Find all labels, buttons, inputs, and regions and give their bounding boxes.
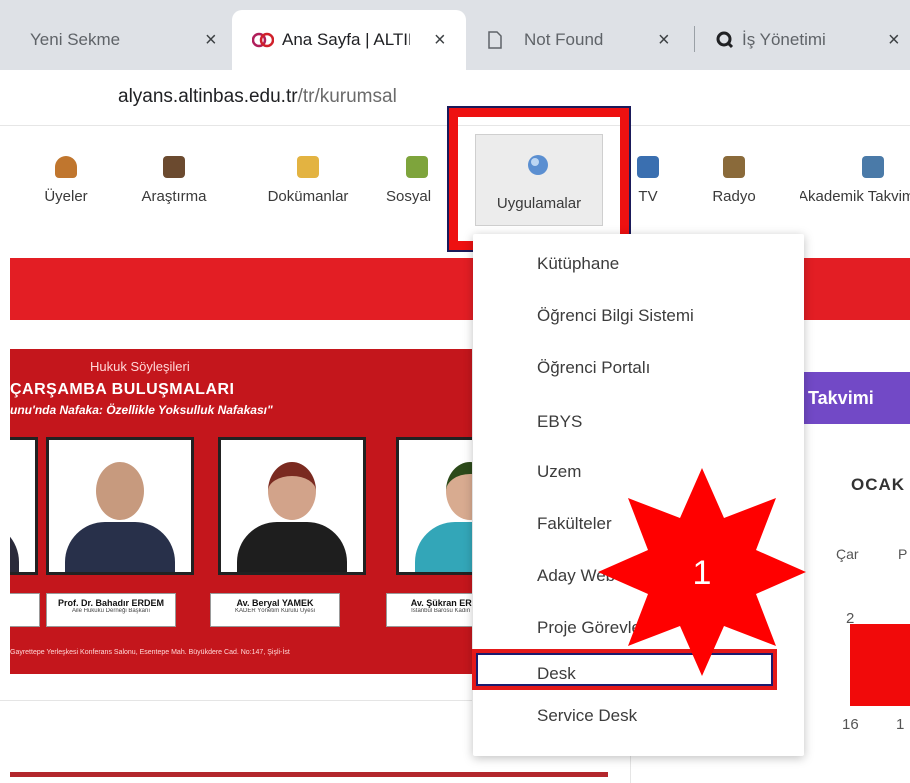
nav-label: Akademik Takvim bbox=[800, 188, 910, 205]
page-icon bbox=[488, 31, 502, 49]
nav-label: Sosyal bbox=[386, 188, 432, 205]
tab-title: İş Yönetimi bbox=[742, 30, 826, 49]
tv-icon bbox=[637, 156, 659, 178]
speaker-body bbox=[415, 522, 472, 572]
speaker-portrait bbox=[46, 437, 194, 575]
nav-item-uyeler[interactable]: Üyeler bbox=[36, 156, 96, 205]
close-icon[interactable]: × bbox=[205, 29, 217, 52]
nav-label: Üyeler bbox=[44, 188, 88, 205]
nav-label: Araştırma bbox=[141, 188, 207, 205]
nav-item-arastirma[interactable]: Araştırma bbox=[128, 156, 220, 205]
users-icon bbox=[55, 156, 77, 178]
calendar-highlight-block bbox=[850, 624, 910, 706]
nav-item-tv[interactable]: TV bbox=[628, 156, 668, 205]
menu-item-service-desk[interactable]: Service Desk bbox=[537, 706, 637, 726]
nav-item-sosyal[interactable]: Sosyal bbox=[386, 156, 452, 205]
speaker-role: KADER Yönetim Kurulu Üyesi bbox=[235, 608, 315, 614]
speaker-name: Av. Şükran ERGÖZ bbox=[410, 598, 472, 608]
event-banner-image[interactable]: Hukuk Söyleşileri ÇARŞAMBA BULUŞMALARI u… bbox=[10, 349, 472, 674]
speaker-name: Prof. Dr. Bahadır ERDEM bbox=[57, 598, 165, 608]
altinbas-logo-icon bbox=[252, 32, 274, 48]
nav-item-radyo[interactable]: Radyo bbox=[698, 156, 770, 205]
menu-item-ogrenci-portali[interactable]: Öğrenci Portalı bbox=[537, 358, 650, 378]
speaker-body bbox=[10, 522, 19, 572]
speaker-portrait bbox=[396, 437, 472, 575]
banner-quote: unu'nda Nafaka: Özellikle Yoksulluk Nafa… bbox=[10, 403, 273, 417]
tab-not-found[interactable]: Not Found × bbox=[470, 10, 694, 70]
url-text[interactable]: alyans.altinbas.edu.tr/tr/kurumsal bbox=[118, 86, 397, 108]
speaker-face bbox=[446, 462, 472, 520]
speaker-nameplate: Av. Şükran ERGÖZ İstanbul Barosu Kadın H… bbox=[386, 593, 472, 627]
speaker-nameplate: Prof. Dr. Bahadır ERDEM Aile Hukuku Dern… bbox=[46, 593, 176, 627]
search-icon bbox=[716, 31, 734, 49]
calendar-month: OCAK bbox=[851, 475, 906, 494]
tab-ana-sayfa[interactable]: Ana Sayfa | ALTINBAŞ × bbox=[232, 10, 466, 70]
speaker-face bbox=[96, 462, 144, 520]
callout-number: 1 bbox=[693, 554, 712, 592]
radio-icon bbox=[723, 156, 745, 178]
divider bbox=[0, 700, 472, 701]
calendar-header: Takvimi bbox=[794, 372, 910, 424]
speaker-name: Av. Beryal YAMEK bbox=[236, 598, 314, 608]
speaker-portrait bbox=[10, 437, 38, 575]
highlight-box-uygulamalar bbox=[447, 106, 631, 252]
speaker-body bbox=[237, 522, 347, 572]
speaker-role: İstanbul Barosu Kadın Hakları bbox=[411, 608, 472, 614]
tab-title: Ana Sayfa | ALTINBAŞ bbox=[282, 30, 410, 49]
speaker-portrait bbox=[218, 437, 366, 575]
tab-yeni-sekme[interactable]: Yeni Sekme × bbox=[0, 10, 232, 70]
speaker-body bbox=[65, 522, 175, 572]
nav-item-dokumanlar[interactable]: Dokümanlar bbox=[253, 156, 363, 205]
menu-item-uzem[interactable]: Uzem bbox=[537, 462, 581, 482]
social-icon bbox=[406, 156, 428, 178]
speaker-role: Aile Hukuku Derneği Başkanı bbox=[71, 608, 151, 614]
bottom-accent-line bbox=[10, 772, 608, 777]
tab-bar: Yeni Sekme × Ana Sayfa | ALTINBAŞ × Not … bbox=[0, 0, 910, 70]
calendar-icon bbox=[862, 156, 884, 178]
screenshot: Yeni Sekme × Ana Sayfa | ALTINBAŞ × Not … bbox=[0, 0, 910, 783]
speaker-nameplate: Av. Beryal YAMEK KADER Yönetim Kurulu Üy… bbox=[210, 593, 340, 627]
banner-title: ÇARŞAMBA BULUŞMALARI bbox=[10, 381, 235, 398]
calendar-date[interactable]: 1 bbox=[896, 716, 904, 733]
tab-title: Yeni Sekme bbox=[30, 30, 121, 49]
speaker-face bbox=[268, 462, 316, 520]
url-path: /tr/kurumsal bbox=[297, 86, 397, 107]
documents-icon bbox=[297, 156, 319, 178]
nav-label: Radyo bbox=[712, 188, 756, 205]
speaker-nameplate bbox=[10, 593, 40, 627]
menu-item-ogrenci-bilgi-sistemi[interactable]: Öğrenci Bilgi Sistemi bbox=[537, 306, 694, 326]
close-icon[interactable]: × bbox=[658, 29, 670, 52]
nav-label: TV bbox=[638, 188, 658, 205]
tab-is-yonetimi[interactable]: İş Yönetimi × bbox=[700, 10, 910, 70]
tab-title: Not Found bbox=[524, 30, 604, 49]
banner-footer: Gayrettepe Yerleşkesi Konferans Salonu, … bbox=[10, 649, 290, 656]
nav-label: Dokümanlar bbox=[267, 188, 349, 205]
menu-item-ebys[interactable]: EBYS bbox=[537, 412, 582, 432]
books-icon bbox=[163, 156, 185, 178]
nav-item-akademik-takvim[interactable]: Akademik Takvim bbox=[800, 156, 910, 205]
close-icon[interactable]: × bbox=[888, 29, 900, 52]
menu-item-kutuphane[interactable]: Kütüphane bbox=[537, 254, 619, 274]
calendar-date[interactable]: 16 bbox=[842, 716, 859, 733]
banner-subtitle: Hukuk Söyleşileri bbox=[90, 359, 190, 374]
url-host: alyans.altinbas.edu.tr bbox=[118, 86, 298, 107]
calendar-weekday: Çar bbox=[836, 546, 859, 562]
calendar-weekday: P bbox=[898, 546, 908, 562]
tab-separator bbox=[694, 26, 695, 52]
star-callout-icon: 1 bbox=[598, 468, 806, 676]
close-icon[interactable]: × bbox=[434, 29, 446, 52]
